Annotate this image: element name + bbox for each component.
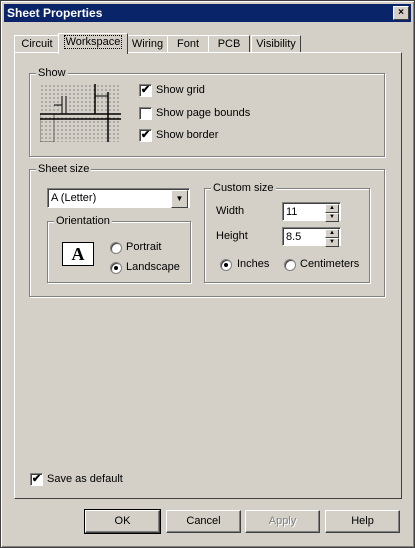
landscape-label: Landscape (126, 261, 180, 273)
show-grid-checkbox[interactable]: ✔ (139, 84, 152, 97)
width-spin-buttons[interactable]: ▲ ▼ (325, 204, 339, 222)
show-border-label: Show border (156, 129, 219, 141)
sheet-size-value: A (Letter) (51, 192, 97, 204)
tab-circuit[interactable]: Circuit (14, 35, 60, 53)
ok-button[interactable]: OK (84, 509, 161, 534)
orientation-legend: Orientation (54, 215, 112, 227)
sheet-size-select[interactable]: A (Letter) ▼ (47, 188, 190, 208)
portrait-label: Portrait (126, 241, 162, 253)
height-spin-buttons[interactable]: ▲ ▼ (325, 229, 339, 247)
width-value: 11 (286, 206, 298, 218)
cancel-button[interactable]: Cancel (166, 510, 241, 533)
apply-button[interactable]: Apply (245, 510, 320, 533)
centimeters-label: Centimeters (300, 258, 360, 270)
help-button[interactable]: Help (325, 510, 400, 533)
save-default-checkbox[interactable]: ✔ (30, 473, 43, 486)
portrait-radio[interactable] (110, 242, 122, 254)
show-border-checkbox[interactable]: ✔ (139, 129, 152, 142)
height-spinner[interactable]: 8.5 ▲ ▼ (282, 227, 341, 247)
landscape-radio[interactable] (110, 262, 122, 274)
close-icon[interactable]: × (393, 6, 409, 20)
show-page-bounds-label: Show page bounds (156, 107, 251, 119)
tab-workspace[interactable]: Workspace (58, 33, 128, 54)
inches-radio[interactable] (220, 259, 232, 271)
tab-wiring[interactable]: Wiring (127, 35, 168, 53)
spin-down-icon[interactable]: ▼ (325, 213, 339, 222)
save-default-label: Save as default (47, 473, 123, 485)
show-legend: Show (36, 67, 68, 79)
show-page-bounds-checkbox[interactable] (139, 107, 152, 120)
title-bar[interactable]: Sheet Properties × (4, 4, 411, 22)
height-value: 8.5 (286, 231, 302, 243)
width-spinner[interactable]: 11 ▲ ▼ (282, 202, 341, 222)
custom-size-legend: Custom size (211, 182, 276, 194)
width-label: Width (216, 205, 245, 217)
spin-down-icon[interactable]: ▼ (325, 238, 339, 247)
spin-up-icon[interactable]: ▲ (325, 229, 339, 238)
height-label: Height (216, 230, 248, 242)
tab-visibility[interactable]: Visibility (251, 35, 301, 53)
chevron-down-icon[interactable]: ▼ (171, 190, 188, 208)
tab-font[interactable]: Font (167, 35, 209, 53)
show-grid-label: Show grid (156, 84, 205, 96)
spin-up-icon[interactable]: ▲ (325, 204, 339, 213)
centimeters-radio[interactable] (284, 259, 296, 271)
schematic-preview-icon (40, 84, 121, 142)
landscape-page-icon: A (62, 242, 94, 266)
sheet-size-legend: Sheet size (36, 163, 92, 175)
inches-label: Inches (237, 258, 270, 270)
window-title: Sheet Properties (7, 6, 103, 20)
tab-pcb[interactable]: PCB (208, 35, 250, 53)
